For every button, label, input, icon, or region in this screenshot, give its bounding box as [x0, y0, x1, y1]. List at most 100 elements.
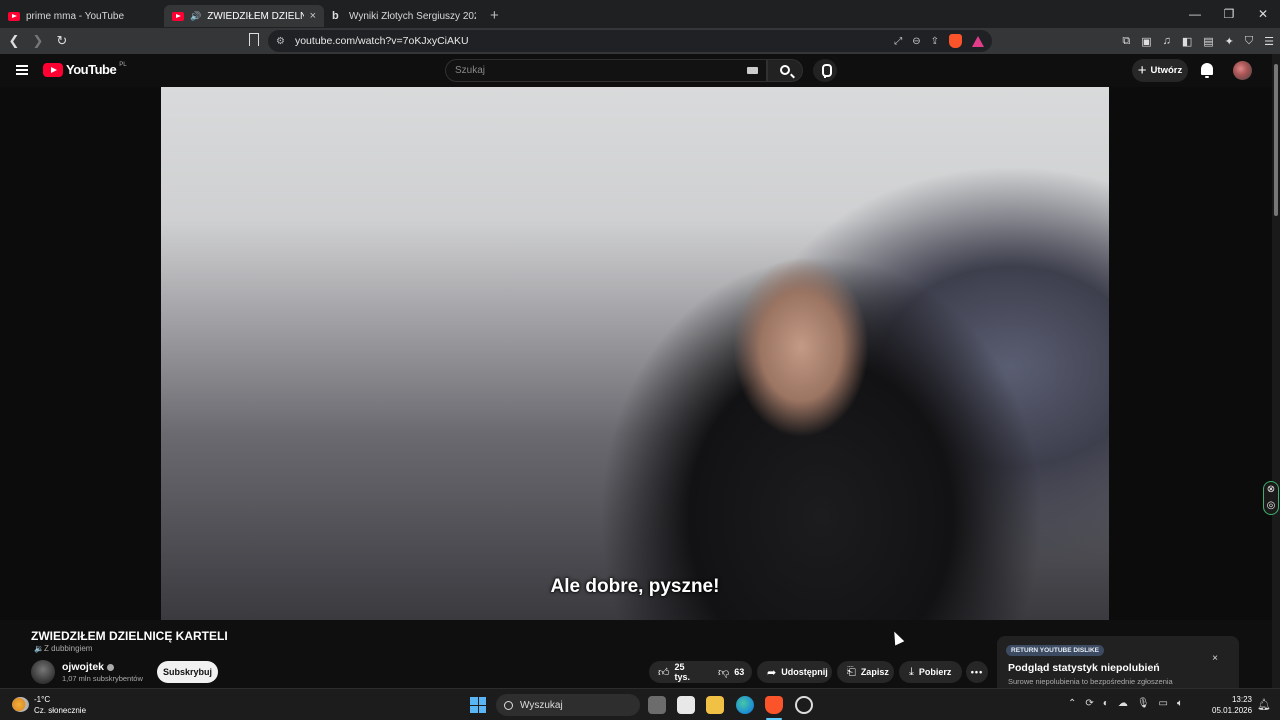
bookmark-icon[interactable] — [249, 33, 259, 46]
weather-icon[interactable] — [12, 697, 29, 712]
file-explorer-icon[interactable] — [706, 696, 724, 714]
like-button[interactable]: 👍︎ 25 tys. — [649, 661, 699, 683]
channel-name-row[interactable]: ojwojtek — [62, 661, 115, 673]
dubbing-badge: 🔉Z dubbingiem — [34, 644, 93, 653]
restore-button[interactable]: ❐ — [1212, 0, 1246, 28]
youtube-header: YouTube PL + Utwórz — [0, 54, 1280, 87]
network-icon[interactable]: ▭ — [1159, 698, 1168, 709]
clock-date: 05.01.2026 — [1212, 706, 1253, 715]
ryd-description: Surowe niepolubienia to bezpośrednie zgł… — [1008, 677, 1173, 686]
notifications-bell-icon[interactable] — [1201, 63, 1213, 78]
task-view-icon[interactable] — [648, 696, 666, 714]
cloud-icon[interactable]: ☁ — [1118, 698, 1128, 709]
ryd-close-button[interactable]: × — [1212, 653, 1218, 664]
music-icon[interactable]: ♫ — [1163, 35, 1171, 47]
scrollbar-thumb[interactable] — [1274, 64, 1278, 216]
page-scrollbar[interactable] — [1272, 54, 1280, 688]
address-bar[interactable]: ⚙ youtube.com/watch?v=7oKJxyCiAKU ⤢ ⊖ ⇪ — [268, 30, 992, 52]
brave-shields-icon[interactable] — [949, 34, 962, 48]
download-label: Pobierz — [918, 667, 952, 677]
tab-label: prime mma - YouTube — [26, 10, 125, 22]
volume-icon[interactable]: 🔈︎ — [1177, 698, 1183, 709]
player-letterbox-right — [1109, 87, 1272, 620]
taskbar-search[interactable]: Wyszukaj — [496, 694, 640, 716]
share-page-icon[interactable]: ⇪ — [931, 36, 939, 47]
reload-button[interactable]: ↻ — [52, 33, 72, 49]
ryd-title: Podgląd statystyk niepolubień — [1008, 662, 1160, 674]
subscriber-count: 1,07 mln subskrybentów — [62, 674, 143, 683]
like-dislike-bar: 👍︎ 25 tys. 👎︎ 63 — [649, 661, 752, 683]
weather-description[interactable]: Cz. słonecznie — [34, 706, 86, 715]
brave-browser-icon[interactable] — [765, 696, 783, 714]
subscribe-button[interactable]: Subskrybuj — [157, 661, 218, 683]
zoom-icon[interactable]: ⊖ — [912, 36, 920, 47]
open-external-icon[interactable]: ⤢ — [894, 36, 902, 47]
vpn-shield-icon[interactable]: ⛉ — [1245, 35, 1253, 48]
youtube-favicon-icon — [172, 11, 184, 21]
share-button[interactable]: ➦ Udostępnij — [757, 661, 832, 683]
thumbs-down-icon: 👎︎ — [718, 666, 730, 679]
notifications-icon[interactable]: 🔔︎ — [1257, 698, 1271, 711]
search-button[interactable] — [767, 59, 803, 82]
microphone-icon[interactable]: 🎙︎ — [1137, 698, 1150, 709]
minimize-button[interactable]: — — [1178, 0, 1212, 28]
forward-button[interactable]: ❯ — [28, 33, 48, 49]
guide-menu-icon[interactable] — [16, 65, 28, 75]
more-actions-button[interactable]: ••• — [966, 661, 988, 683]
tab-active-video[interactable]: 🔊 ZWIEDZIŁEM DZIELNICĘ KARTELI × — [164, 5, 324, 27]
tab-close-icon[interactable]: × — [310, 10, 316, 22]
video-player[interactable]: Ale dobre, pyszne! — [0, 87, 1272, 620]
address-bar-actions: ⤢ ⊖ ⇪ — [894, 34, 984, 48]
wallet-icon[interactable]: ▤ — [1203, 35, 1213, 48]
channel-name[interactable]: ojwojtek — [62, 661, 104, 673]
edge-browser-icon[interactable] — [736, 696, 754, 714]
leo-ai-icon[interactable]: ✦ — [1225, 35, 1234, 48]
keyboard-icon[interactable] — [747, 67, 758, 74]
search-box — [445, 59, 767, 82]
search-input[interactable] — [446, 60, 736, 81]
plus-icon: + — [1137, 62, 1147, 79]
youtube-wordmark: YouTube — [66, 62, 117, 77]
close-icon[interactable]: ⊗ — [1264, 482, 1278, 498]
floating-extension-widget[interactable]: ⊗ ◎ — [1263, 481, 1279, 515]
new-tab-button[interactable]: + — [490, 7, 499, 24]
create-button[interactable]: + Utwórz — [1132, 59, 1188, 82]
taskbar-search-label: Wyszukaj — [520, 699, 563, 711]
speaker-icon[interactable]: 🔊 — [190, 11, 201, 22]
channel-avatar[interactable] — [31, 660, 55, 684]
search-icon — [780, 65, 790, 75]
dislike-button[interactable]: 👎︎ 63 — [709, 661, 753, 683]
github-desktop-icon[interactable] — [795, 696, 813, 714]
tray-overflow-icon[interactable]: ⌃ — [1068, 698, 1076, 709]
sidebar-icon[interactable]: ◧ — [1182, 35, 1192, 48]
verified-icon — [107, 663, 115, 671]
browser-tabstrip: prime mma - YouTube 🔊 ZWIEDZIŁEM DZIELNI… — [0, 0, 1280, 28]
back-button[interactable]: ❮ — [4, 33, 24, 49]
store-icon[interactable] — [677, 696, 695, 714]
voice-search-button[interactable] — [813, 59, 837, 82]
window-controls: — ❐ ✕ — [1178, 0, 1280, 28]
site-info-icon[interactable]: ⚙ — [276, 36, 285, 47]
weather-temperature[interactable]: -1°C — [34, 695, 50, 704]
account-avatar[interactable] — [1233, 61, 1252, 80]
start-button-icon[interactable] — [470, 697, 486, 713]
dislike-count: 63 — [734, 667, 745, 677]
screenshot-icon[interactable]: ▣ — [1141, 35, 1151, 48]
close-window-button[interactable]: ✕ — [1246, 0, 1280, 28]
youtube-logo[interactable]: YouTube PL — [43, 62, 127, 77]
tray-app-icon[interactable]: ◐ — [1103, 698, 1109, 709]
url-text: youtube.com/watch?v=7oKJxyCiAKU — [294, 35, 469, 47]
extensions-icon[interactable]: ⧉ — [1122, 35, 1130, 48]
dubbing-label: Z dubbingiem — [43, 644, 93, 653]
sync-icon[interactable]: ⟳ — [1085, 698, 1093, 709]
brave-rewards-icon[interactable] — [972, 35, 984, 47]
system-clock[interactable]: 13:23 05.01.2026 — [1212, 694, 1252, 716]
youtube-play-icon — [43, 62, 63, 77]
menu-icon[interactable]: ☰ — [1264, 35, 1274, 48]
download-button[interactable]: ⤓ Pobierz — [899, 661, 962, 683]
tab-bing-results[interactable]: b Wyniki Złotych Sergiuszy 2025. Ludzi — [324, 5, 484, 27]
video-frame[interactable]: Ale dobre, pyszne! — [161, 87, 1109, 620]
tab-prime-mma[interactable]: prime mma - YouTube — [0, 5, 164, 27]
extension-icon[interactable]: ◎ — [1264, 498, 1278, 514]
save-button[interactable]: ⎗ Zapisz — [837, 661, 894, 683]
